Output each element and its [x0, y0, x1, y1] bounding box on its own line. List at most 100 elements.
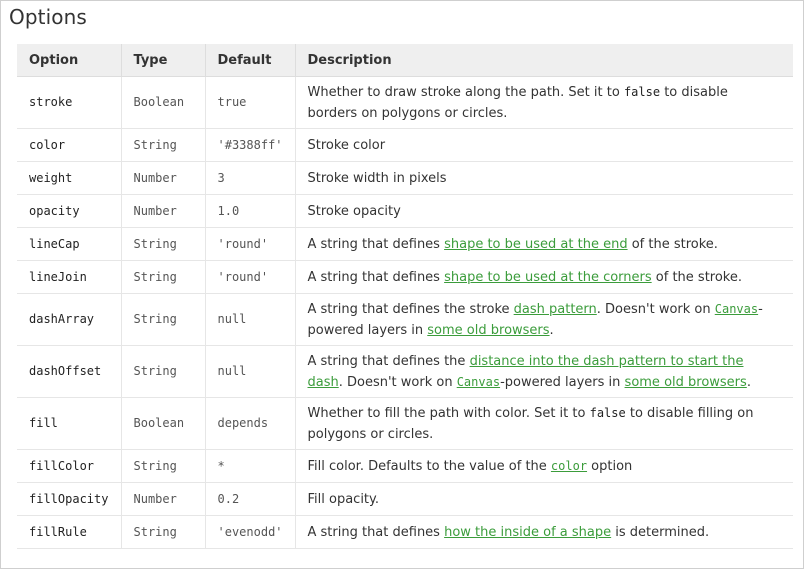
description-text: Stroke width in pixels: [307, 170, 447, 186]
table-row: opacity Number 1.0 Stroke opacity: [17, 194, 793, 228]
description-text: A string that defines: [307, 524, 445, 540]
option-default: depends: [205, 397, 296, 450]
options-table: Option Type Default Description stroke Bo…: [17, 44, 793, 549]
option-description: A string that defines the stroke dash pa…: [295, 293, 793, 346]
option-name: weight: [17, 161, 122, 195]
option-type: String: [121, 293, 206, 346]
option-name: fillRule: [17, 515, 122, 549]
description-code: false: [589, 405, 626, 420]
table-header-row: Option Type Default Description: [17, 44, 793, 77]
description-text: .: [549, 322, 554, 338]
option-type: String: [121, 128, 206, 162]
option-default: '#3388ff': [205, 128, 296, 162]
table-row: fill Boolean depends Whether to fill the pa…: [17, 397, 793, 450]
description-text: option: [587, 458, 633, 474]
option-type: String: [121, 515, 206, 549]
option-name: fill: [17, 397, 122, 450]
option-default: 0.2: [205, 482, 296, 516]
option-name: lineCap: [17, 227, 122, 261]
table-row: fillRule String'evenodd' A string that def…: [17, 515, 793, 549]
description-text: -powered layers in: [500, 374, 625, 390]
option-default: true: [205, 76, 296, 129]
description-text: A string that defines the: [307, 353, 470, 369]
description-code: false: [623, 84, 661, 99]
description-text: A string that defines the stroke: [307, 301, 514, 317]
option-type: String: [121, 260, 206, 294]
option-default: 'round': [205, 227, 296, 261]
description-link[interactable]: shape to be used at the end: [444, 237, 627, 252]
option-type: Number: [121, 194, 206, 228]
option-type: Boolean: [121, 76, 206, 129]
option-description: Stroke opacity: [295, 194, 793, 228]
option-description: Fill opacity.: [295, 482, 793, 516]
table-row: color String '#3388ff' Stroke color: [17, 128, 793, 162]
description-link[interactable]: shape to be used at the corners: [444, 270, 652, 285]
table-row: stroke Boolean true Whether to draw stroke …: [17, 76, 793, 129]
description-text: Whether to fill the path with color. Set…: [307, 405, 590, 421]
description-code-link[interactable]: Canvas: [715, 302, 758, 316]
option-description: A string that defines shape to be used a…: [295, 260, 793, 294]
option-default: null: [205, 345, 296, 398]
description-text: Stroke opacity: [307, 203, 401, 219]
description-text: Whether to draw stroke along the path. S…: [307, 84, 624, 100]
column-header-option: Option: [17, 44, 122, 77]
option-description: A string that defines shape to be used a…: [295, 227, 793, 261]
description-text: A string that defines: [307, 236, 445, 252]
option-default: 1.0: [205, 194, 296, 228]
option-description: Fill color. Defaults to the value of the…: [295, 449, 793, 483]
option-description: A string that defines the distance into …: [295, 345, 793, 398]
option-description: Stroke width in pixels: [295, 161, 793, 195]
option-type: String: [121, 345, 206, 398]
description-code-link[interactable]: color: [551, 459, 587, 473]
table-row: lineCap String'round' A string that define…: [17, 227, 793, 261]
option-description: Whether to draw stroke along the path. S…: [295, 76, 793, 129]
option-default: null: [205, 293, 296, 346]
table-row: weight Number 3 Stroke width in pixels: [17, 161, 793, 195]
option-name: opacity: [17, 194, 122, 228]
description-text: Fill color. Defaults to the value of the: [307, 458, 551, 474]
option-default: 3: [205, 161, 296, 195]
option-default: *: [205, 449, 296, 483]
option-name: dashOffset: [17, 345, 122, 398]
option-name: fillOpacity: [17, 482, 122, 516]
description-text: .: [746, 374, 751, 390]
table-row: fillColor String * Fill color. Defaults to …: [17, 449, 793, 483]
option-type: Number: [121, 161, 206, 195]
description-text: A string that defines: [307, 269, 445, 285]
column-header-default: Default: [205, 44, 296, 77]
description-text: of the stroke.: [627, 236, 718, 252]
description-code-link[interactable]: Canvas: [457, 375, 500, 389]
description-link[interactable]: how the inside of a shape: [444, 525, 611, 540]
option-default: 'evenodd': [205, 515, 296, 549]
option-name: lineJoin: [17, 260, 122, 294]
option-type: Boolean: [121, 397, 206, 450]
column-header-description: Description: [295, 44, 793, 77]
table-body: stroke Boolean true Whether to draw stroke …: [17, 76, 793, 549]
option-type: Number: [121, 482, 206, 516]
table-row: dashArray String null A string that defines…: [17, 293, 793, 346]
description-link[interactable]: some old browsers: [427, 323, 549, 338]
option-description: Whether to fill the path with color. Set…: [295, 397, 793, 450]
option-description: Stroke color: [295, 128, 793, 162]
table-row: lineJoin String'round' A string that defin…: [17, 260, 793, 294]
option-default: 'round': [205, 260, 296, 294]
option-name: color: [17, 128, 122, 162]
description-text: . Doesn't work on: [338, 374, 457, 390]
option-type: String: [121, 227, 206, 261]
description-text: . Doesn't work on: [596, 301, 715, 317]
description-text: Fill opacity.: [307, 491, 380, 507]
option-type: String: [121, 449, 206, 483]
description-text: Stroke color: [307, 137, 386, 153]
option-name: stroke: [17, 76, 122, 129]
description-text: of the stroke.: [651, 269, 742, 285]
table-row: fillOpacity Number 0.2 Fill opacity.: [17, 482, 793, 516]
table-row: dashOffset String null A string that define…: [17, 345, 793, 398]
option-description: A string that defines how the inside of …: [295, 515, 793, 549]
section-heading: Options: [9, 5, 87, 29]
column-header-type: Type: [121, 44, 206, 77]
description-text: is determined.: [611, 524, 710, 540]
description-link[interactable]: dash pattern: [514, 302, 597, 317]
option-name: dashArray: [17, 293, 122, 346]
option-name: fillColor: [17, 449, 122, 483]
description-link[interactable]: some old browsers: [625, 375, 747, 390]
